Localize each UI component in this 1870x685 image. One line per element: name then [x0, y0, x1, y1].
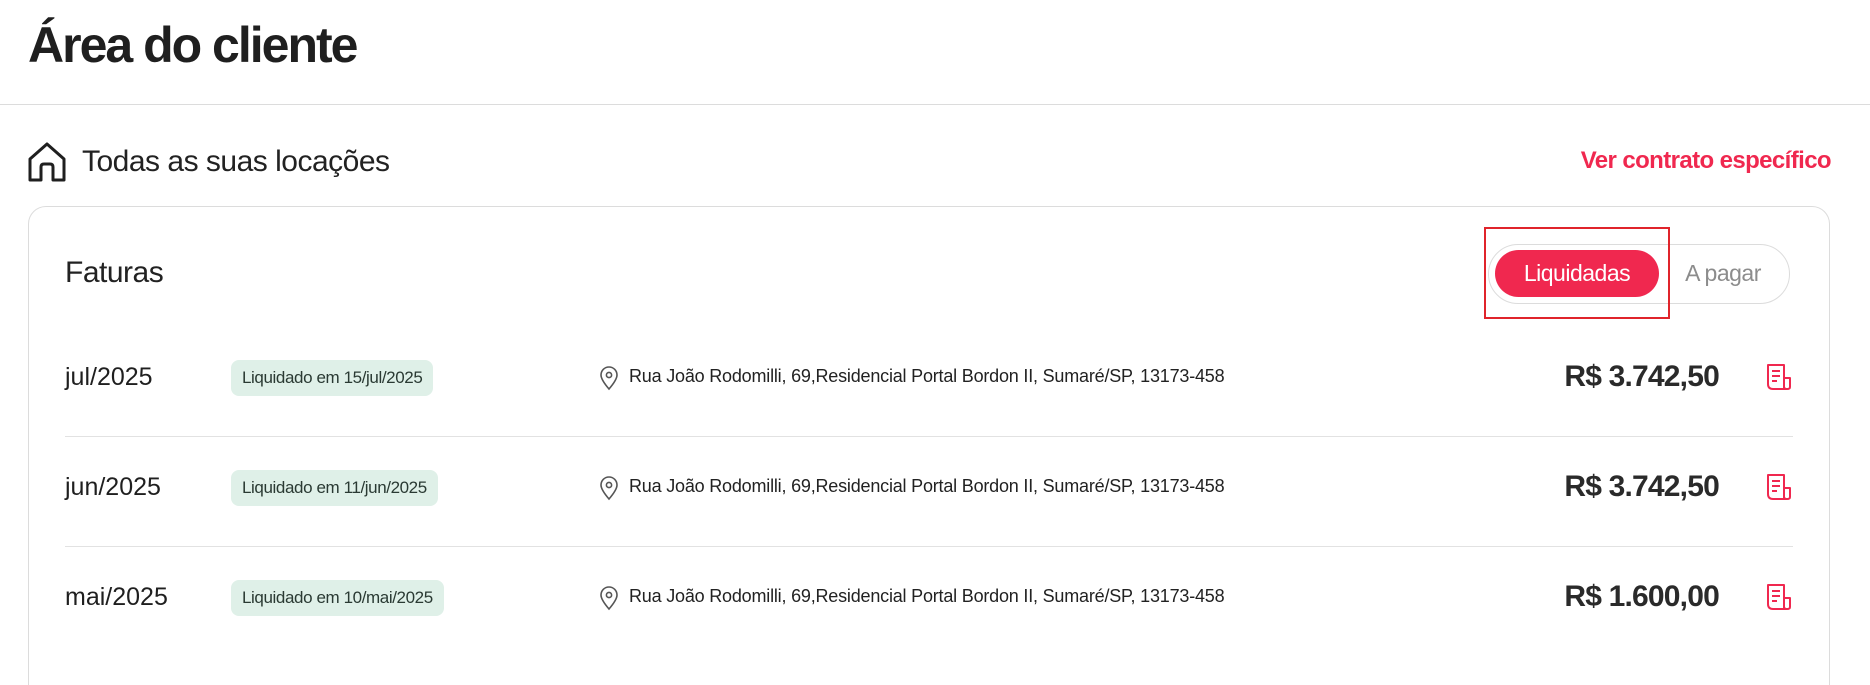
receipt-icon[interactable]: [1765, 363, 1793, 391]
location-pin-icon: [600, 476, 618, 501]
highlight-box: [1484, 227, 1670, 319]
invoices-card: Faturas Liquidadas A pagar jul/2025 Liqu…: [28, 206, 1830, 685]
status-badge: Liquidado em 15/jul/2025: [231, 360, 434, 396]
invoice-amount: R$ 3.742,50: [1564, 360, 1719, 393]
view-specific-contract-link[interactable]: Ver contrato específico: [1581, 146, 1832, 176]
invoice-address: Rua João Rodomilli, 69,Residencial Porta…: [629, 366, 1225, 386]
status-badge: Liquidado em 10/mai/2025: [231, 580, 444, 616]
invoice-period: jun/2025: [65, 473, 161, 501]
invoice-row: mai/2025 Liquidado em 10/mai/2025 Rua Jo…: [65, 547, 1793, 657]
invoice-list: jul/2025 Liquidado em 15/jul/2025 Rua Jo…: [65, 327, 1793, 657]
rentals-section-header: Todas as suas locações Ver contrato espe…: [27, 140, 1832, 186]
invoice-row: jun/2025 Liquidado em 11/jun/2025 Rua Jo…: [65, 437, 1793, 547]
page-title: Área do cliente: [28, 17, 358, 73]
invoice-row: jul/2025 Liquidado em 15/jul/2025 Rua Jo…: [65, 327, 1793, 437]
receipt-icon[interactable]: [1765, 473, 1793, 501]
location-pin-icon: [600, 586, 618, 611]
due-invoices-tab[interactable]: A pagar: [1665, 250, 1781, 297]
invoice-period: jul/2025: [65, 363, 153, 391]
invoice-amount: R$ 1.600,00: [1564, 580, 1719, 613]
home-icon: [28, 142, 66, 182]
location-pin-icon: [600, 366, 618, 391]
invoice-period: mai/2025: [65, 583, 168, 611]
page-header: Área do cliente: [0, 0, 1870, 105]
invoice-address: Rua João Rodomilli, 69,Residencial Porta…: [629, 476, 1225, 496]
receipt-icon[interactable]: [1765, 583, 1793, 611]
status-badge: Liquidado em 11/jun/2025: [231, 470, 438, 506]
invoice-amount: R$ 3.742,50: [1564, 470, 1719, 503]
client-area-page: Área do cliente Todas as suas locações V…: [0, 0, 1870, 685]
invoices-title: Faturas: [65, 256, 164, 289]
invoice-address: Rua João Rodomilli, 69,Residencial Porta…: [629, 586, 1225, 606]
section-title: Todas as suas locações: [82, 145, 390, 178]
